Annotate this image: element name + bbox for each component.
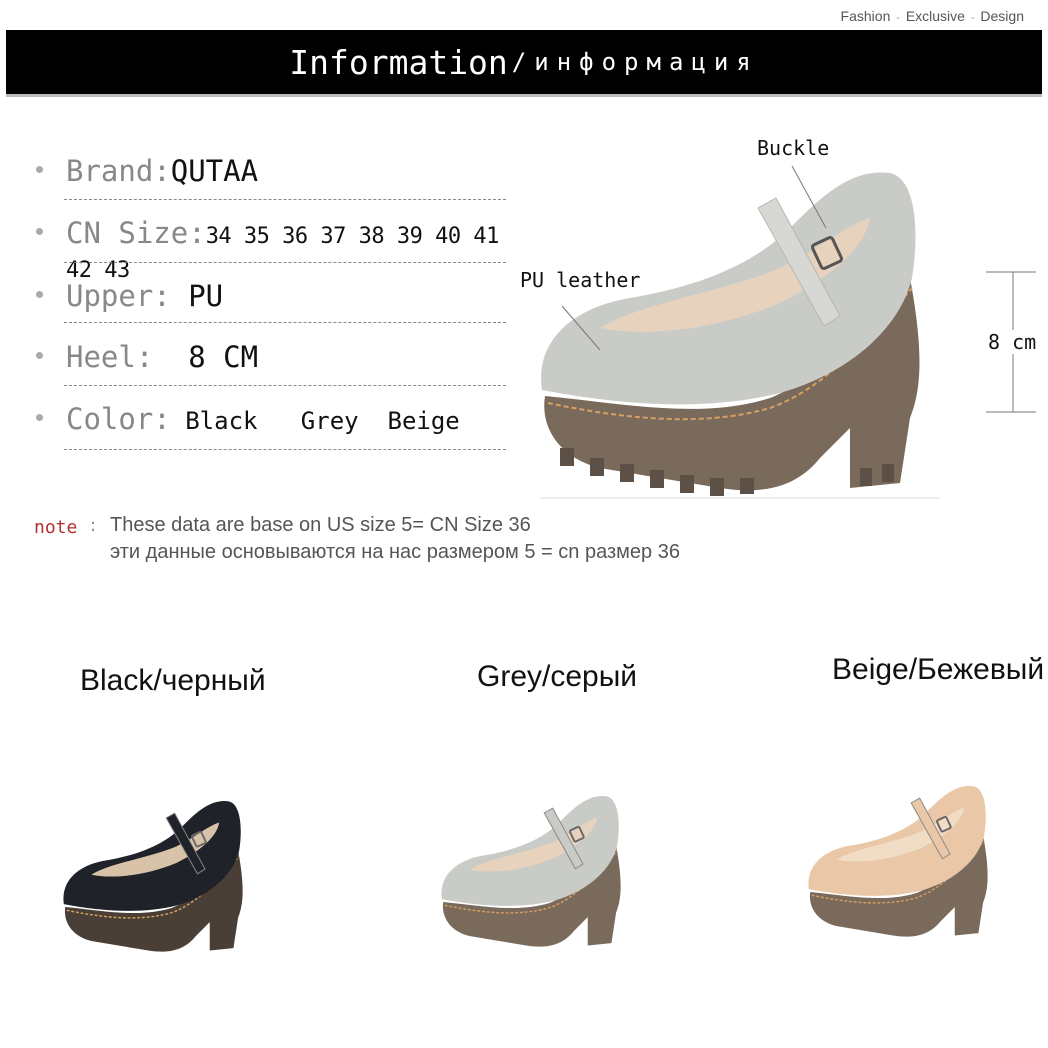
note-colon: : <box>90 515 97 536</box>
divider <box>64 449 506 450</box>
spec-label: Color: Black Grey Beige <box>66 402 460 436</box>
color-label: Color: <box>66 402 171 436</box>
bullet-icon <box>36 414 43 421</box>
banner-subtitle: /информация <box>511 48 759 76</box>
tagline-sep: - <box>896 12 900 24</box>
note-line-en: These data are base on US size 5= CN Siz… <box>110 514 531 536</box>
banner-title: Information <box>289 42 508 82</box>
brand-value: QUTAA <box>170 154 259 188</box>
bullet-icon <box>36 352 43 359</box>
color-value: Black Grey Beige <box>170 407 460 435</box>
divider <box>64 322 506 323</box>
color-label-black: Black/черный <box>80 664 266 697</box>
callout-heel-height: 8 cm <box>988 330 1037 354</box>
spec-brand: Brand:QUTAA <box>36 154 506 194</box>
shoe-beige-image <box>808 786 988 937</box>
tagline: Fashion - Exclusive - Design <box>841 8 1024 24</box>
color-label-grey: Grey/серый <box>477 660 638 693</box>
note-label: note <box>34 517 78 538</box>
callout-buckle: Buckle <box>757 136 830 160</box>
brand-label: Brand: <box>66 154 171 188</box>
heel-label: Heel: <box>66 340 171 374</box>
bullet-icon <box>36 291 43 298</box>
tagline-design: Design <box>980 8 1024 24</box>
spec-label: Brand:QUTAA <box>66 154 258 188</box>
main-shoe-illustration <box>540 172 940 499</box>
spec-color: Color: Black Grey Beige <box>36 402 506 442</box>
heel-value: 8 CM <box>170 340 259 374</box>
tagline-sep: - <box>970 12 975 24</box>
divider <box>64 199 506 200</box>
callout-pu-leather: PU leather <box>520 268 641 292</box>
bullet-icon <box>36 166 43 173</box>
spec-upper: Upper: PU <box>36 279 506 319</box>
spec-heel: Heel: 8 CM <box>36 340 506 380</box>
tagline-exclusive: Exclusive <box>905 8 965 24</box>
spec-label: CN Size:34 35 36 37 38 39 40 41 42 43 <box>66 216 506 284</box>
shoe-grey-image <box>441 796 621 947</box>
note-line-ru: эти данные основываются на нас размером … <box>110 541 680 563</box>
bullet-icon <box>36 228 43 235</box>
upper-value: PU <box>188 279 224 313</box>
spec-size: CN Size:34 35 36 37 38 39 40 41 42 43 <box>36 216 506 283</box>
divider <box>64 385 506 386</box>
tagline-fashion: Fashion <box>840 8 891 24</box>
spec-label: Upper: PU <box>66 279 223 313</box>
info-banner: Information /информация <box>6 30 1042 97</box>
color-label-beige: Beige/Бежевый <box>832 653 1045 686</box>
size-label: CN Size: <box>66 216 206 250</box>
shoe-black-image <box>63 801 243 952</box>
spec-label: Heel: 8 CM <box>66 340 258 374</box>
divider <box>64 262 506 263</box>
upper-label: Upper: <box>66 279 189 313</box>
